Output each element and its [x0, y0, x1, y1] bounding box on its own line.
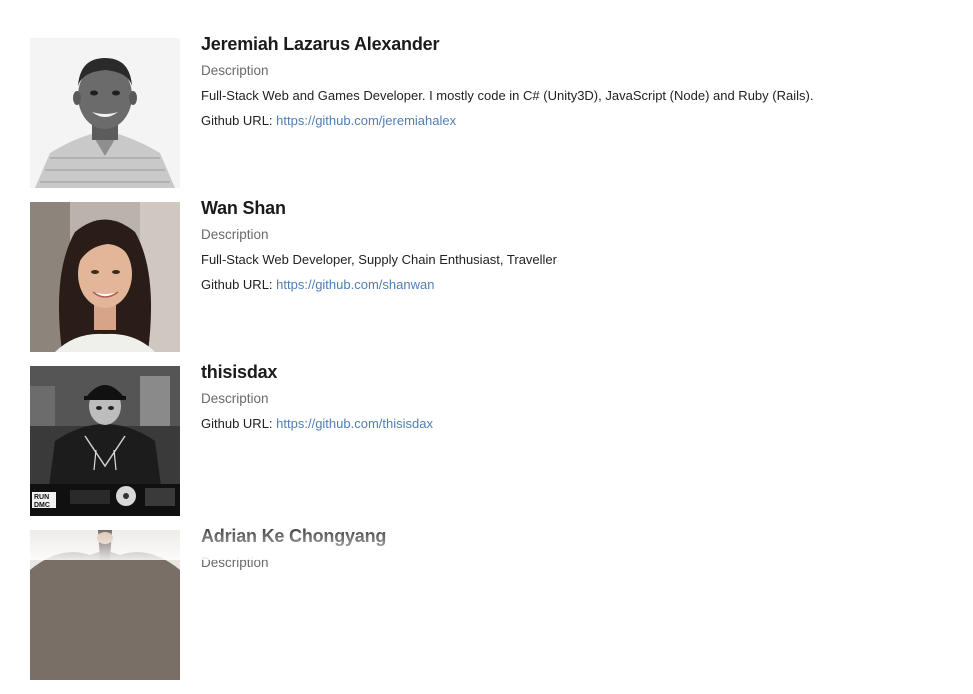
- github-row: Github URL: https://github.com/jeremiaha…: [201, 113, 960, 129]
- member-name: Adrian Ke Chongyang: [201, 527, 960, 545]
- member-list: Jeremiah Lazarus Alexander Description F…: [30, 38, 960, 694]
- avatar: [30, 38, 180, 188]
- shirt-text: DMC: [34, 502, 50, 509]
- shirt-text: RUN: [34, 494, 49, 501]
- description-text: Full-Stack Web and Games Developer. I mo…: [201, 88, 960, 104]
- member-name: Jeremiah Lazarus Alexander: [201, 35, 960, 53]
- github-label: Github URL:: [201, 277, 273, 292]
- description-label: Description: [201, 227, 960, 243]
- member-info: Jeremiah Lazarus Alexander Description F…: [201, 38, 960, 129]
- member-card: Adrian Ke Chongyang Description: [30, 530, 960, 680]
- member-card: Jeremiah Lazarus Alexander Description F…: [30, 38, 960, 188]
- github-row: Github URL: https://github.com/thisisdax: [201, 416, 960, 432]
- github-row: Github URL: https://github.com/shanwan: [201, 277, 960, 293]
- github-label: Github URL:: [201, 416, 273, 431]
- member-info: Adrian Ke Chongyang Description: [201, 530, 960, 571]
- github-link[interactable]: https://github.com/thisisdax: [276, 416, 433, 431]
- member-info: thisisdax Description Github URL: https:…: [201, 366, 960, 432]
- member-card: RUN DMC thisisdax Description Github URL…: [30, 366, 960, 516]
- member-name: Wan Shan: [201, 199, 960, 217]
- avatar: [30, 530, 180, 680]
- description-label: Description: [201, 555, 960, 571]
- github-link[interactable]: https://github.com/jeremiahalex: [276, 113, 456, 128]
- member-name: thisisdax: [201, 363, 960, 381]
- avatar: RUN DMC: [30, 366, 180, 516]
- github-link[interactable]: https://github.com/shanwan: [276, 277, 434, 292]
- member-card: Wan Shan Description Full-Stack Web Deve…: [30, 202, 960, 352]
- description-label: Description: [201, 63, 960, 79]
- member-info: Wan Shan Description Full-Stack Web Deve…: [201, 202, 960, 293]
- avatar: [30, 202, 180, 352]
- github-label: Github URL:: [201, 113, 273, 128]
- description-text: Full-Stack Web Developer, Supply Chain E…: [201, 252, 960, 268]
- description-label: Description: [201, 391, 960, 407]
